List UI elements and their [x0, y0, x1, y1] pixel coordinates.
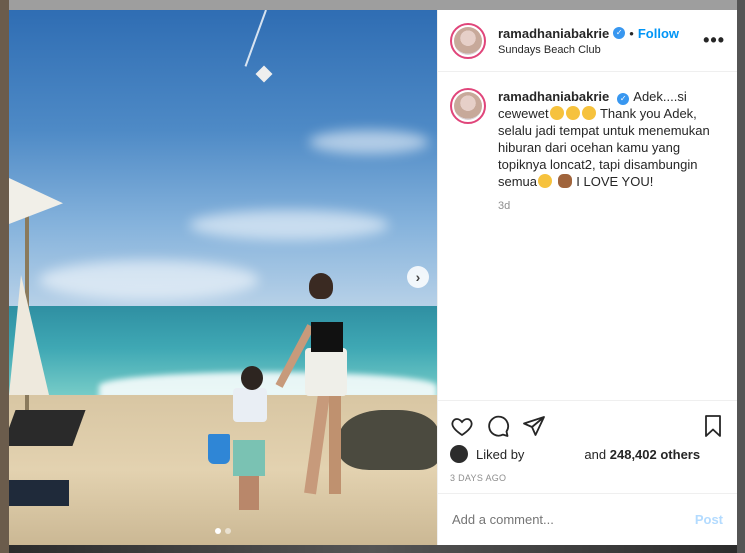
backdrop-right-edge — [737, 0, 745, 553]
verified-badge-icon: ✓ — [613, 27, 626, 39]
add-comment-bar: Post — [438, 493, 737, 545]
laughing-emoji-icon — [581, 106, 596, 120]
bookmark-icon[interactable] — [701, 414, 725, 438]
share-icon[interactable] — [522, 414, 546, 438]
comments-area: ramadhaniabakrie ✓ Adek....si cewewet Than… — [438, 72, 737, 400]
verified-badge-icon: ✓ — [617, 93, 630, 105]
laughing-emoji-icon — [538, 174, 553, 188]
lounger — [9, 410, 86, 446]
laughing-emoji-icon — [565, 106, 580, 120]
header-line: ramadhaniabakrie ✓ • Follow — [498, 26, 703, 41]
caption-avatar[interactable] — [450, 88, 486, 124]
carousel-dot-active — [215, 528, 221, 534]
post-photo[interactable]: › — [9, 10, 437, 545]
woman-head — [309, 273, 333, 299]
caption: ramadhaniabakrie ✓ Adek....si cewewet Than… — [450, 88, 723, 215]
backdrop-left-edge — [0, 0, 9, 553]
backdrop-top — [0, 0, 745, 10]
toy-bucket — [208, 434, 230, 464]
caption-time: 3d — [498, 200, 511, 212]
kid-shorts — [233, 440, 265, 476]
photo-cloud — [39, 260, 259, 300]
avatar-image — [454, 92, 482, 120]
liked-by-label: Liked by — [476, 446, 525, 462]
lounger-cushion — [9, 480, 69, 506]
avatar-image — [454, 26, 482, 55]
laughing-emoji-icon — [549, 106, 564, 120]
post-date[interactable]: 3 DAYS AGO — [450, 473, 725, 493]
kid-legs — [239, 474, 259, 510]
post-actions: Liked by and 248,402 others 3 DAYS AGO — [438, 400, 737, 493]
photo-rock — [339, 410, 437, 470]
woman-top — [311, 322, 343, 352]
photo-cloud — [309, 130, 429, 154]
location-link[interactable]: Sundays Beach Club — [498, 44, 703, 56]
kid-head — [241, 366, 263, 390]
woman-leg — [329, 394, 341, 494]
post-header: ramadhaniabakrie ✓ • Follow Sundays Beac… — [438, 10, 737, 72]
monkey-emoji-icon — [557, 174, 572, 188]
more-options-icon[interactable]: ••• — [703, 30, 725, 51]
liked-by-row: Liked by and 248,402 others — [450, 445, 725, 463]
woman-skirt — [305, 348, 347, 396]
liker-name-redacted[interactable] — [528, 449, 580, 459]
caption-username[interactable]: ramadhaniabakrie — [498, 89, 609, 104]
photo-cloud — [189, 210, 389, 240]
avatar[interactable] — [450, 22, 486, 59]
carousel-dots — [215, 528, 231, 534]
comment-icon[interactable] — [486, 414, 510, 438]
post-side-panel: ramadhaniabakrie ✓ • Follow Sundays Beac… — [437, 10, 737, 545]
follow-button[interactable]: Follow — [638, 26, 679, 41]
comment-input[interactable] — [452, 512, 695, 527]
likes-count[interactable]: 248,402 others — [610, 447, 700, 462]
post-comment-button[interactable]: Post — [695, 512, 723, 527]
carousel-dot — [225, 528, 231, 534]
caption-text-part3: I LOVE YOU! — [572, 174, 654, 189]
post-modal: › ramadhaniabakrie ✓ • Follow Sundays Be… — [9, 10, 737, 545]
heart-icon[interactable] — [450, 414, 474, 438]
liker-avatar[interactable] — [450, 445, 468, 463]
header-text: ramadhaniabakrie ✓ • Follow Sundays Beac… — [498, 26, 703, 56]
caption-text: ramadhaniabakrie ✓ Adek....si cewewet Than… — [498, 88, 723, 190]
action-icons — [450, 409, 725, 443]
kid-top — [233, 388, 267, 422]
liked-and-label: and — [584, 446, 607, 462]
next-arrow-icon[interactable]: › — [407, 266, 429, 288]
username-link[interactable]: ramadhaniabakrie — [498, 26, 609, 41]
separator: • — [629, 25, 634, 41]
caption-body: ramadhaniabakrie ✓ Adek....si cewewet Than… — [498, 88, 723, 215]
